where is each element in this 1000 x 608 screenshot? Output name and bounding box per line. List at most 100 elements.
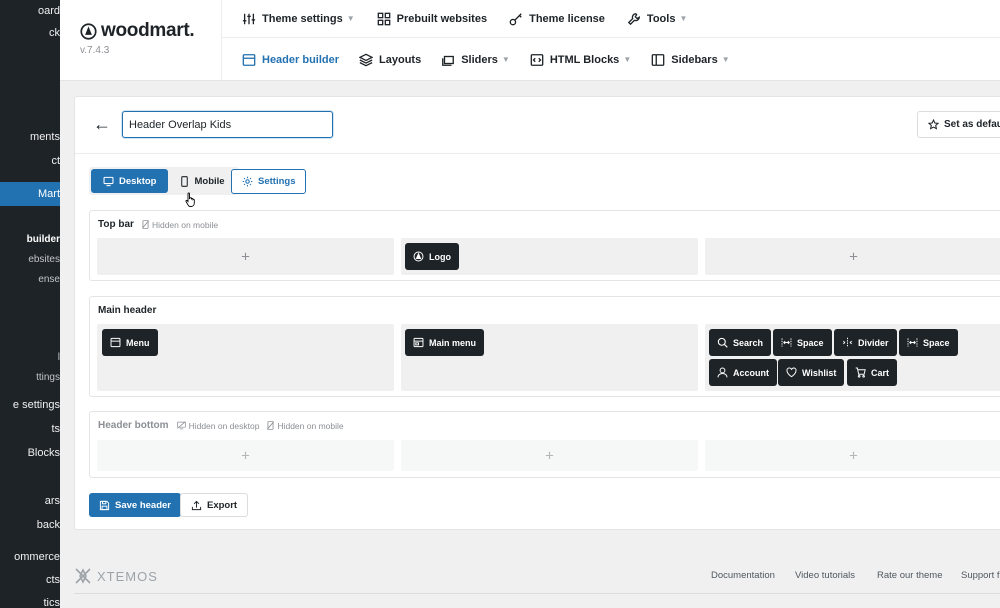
hidden-on-mobile-note: Hidden on mobile	[141, 220, 218, 230]
admin-menu-feedback[interactable]: back	[0, 514, 60, 536]
element-account[interactable]: Account	[709, 359, 777, 386]
logo-icon	[413, 251, 424, 262]
row-title: Main header	[98, 305, 157, 316]
column-left: +	[97, 440, 394, 471]
save-header-button[interactable]: Save header	[89, 493, 181, 517]
admin-menu-dashboard[interactable]: oard	[0, 0, 60, 22]
woodmart-logo-icon	[80, 22, 97, 40]
space-icon	[907, 337, 918, 348]
element-menu[interactable]: Menu	[102, 329, 158, 356]
nav-theme-license[interactable]: Theme license	[509, 12, 605, 26]
column-left: +	[97, 238, 394, 275]
chevron-down-icon: ▼	[721, 55, 730, 64]
tab-desktop[interactable]: Desktop	[91, 169, 169, 193]
nav-theme-settings[interactable]: Theme settings ▼	[242, 12, 355, 26]
admin-menu-analytics[interactable]: tics	[0, 592, 61, 608]
admin-menu-products[interactable]: cts	[0, 569, 60, 591]
footer-link-rate-theme[interactable]: Rate our theme	[877, 570, 942, 581]
admin-submenu-item[interactable]: l	[0, 347, 60, 369]
element-wishlist[interactable]: Wishlist	[778, 359, 845, 386]
row-header-bottom: Header bottom Hidden on desktop Hidden o…	[89, 411, 1000, 478]
column-right: +	[705, 238, 1000, 275]
column-right: +	[705, 440, 1000, 471]
back-arrow-icon[interactable]: ←	[93, 115, 111, 133]
hidden-on-mobile-note: Hidden on mobile	[267, 421, 344, 431]
device-tabs: Desktop Mobile	[89, 167, 239, 195]
cart-icon	[855, 367, 866, 378]
element-cart[interactable]: Cart	[847, 359, 898, 386]
divider-icon	[842, 337, 853, 348]
nav-layouts[interactable]: Layouts	[359, 53, 421, 67]
footer-link-video-tutorials[interactable]: Video tutorials	[795, 570, 855, 581]
nav-sidebars[interactable]: Sidebars ▼	[651, 53, 730, 67]
theme-version: v.7.4.3	[80, 45, 110, 56]
sliders-icon	[242, 12, 256, 26]
element-divider[interactable]: Divider	[834, 329, 897, 356]
row-title: Header bottom Hidden on desktop Hidden o…	[98, 420, 344, 431]
add-element-icon[interactable]: +	[849, 249, 858, 264]
key-icon	[509, 12, 523, 26]
star-icon	[928, 119, 939, 130]
admin-submenu-prebuilt-websites[interactable]: ebsites	[0, 249, 60, 271]
header-name-input[interactable]	[122, 111, 333, 138]
sub-nav-row: Header builder Layouts Sliders ▼ HTML Bl…	[222, 38, 1000, 81]
admin-sidebar: oard ck ments ct Mart builder ebsites en…	[0, 0, 60, 608]
column-left: Menu	[97, 324, 394, 391]
admin-menu-item[interactable]: ct	[0, 150, 60, 172]
chevron-down-icon: ▼	[501, 55, 510, 64]
add-element-icon[interactable]: +	[241, 249, 250, 264]
admin-menu-sidebars[interactable]: ars	[0, 490, 60, 512]
mobile-off-icon	[141, 220, 149, 229]
divider	[75, 153, 1000, 154]
save-icon	[99, 500, 110, 511]
tab-mobile[interactable]: Mobile	[168, 169, 236, 193]
chevron-down-icon: ▼	[679, 14, 688, 23]
admin-menu-woodmart[interactable]: Mart	[0, 182, 60, 206]
admin-menu-layouts[interactable]: ts	[0, 418, 60, 440]
xtemos-logo-icon	[74, 567, 92, 585]
admin-menu-woocommerce[interactable]: ommerce	[0, 546, 60, 568]
footer-link-support[interactable]: Support f	[961, 570, 1000, 581]
footer: XTEMOS Documentation Video tutorials Rat…	[60, 555, 1000, 608]
gear-icon	[242, 176, 253, 187]
element-search[interactable]: Search	[709, 329, 772, 356]
set-as-default-button[interactable]: Set as default	[917, 111, 1000, 138]
element-logo[interactable]: Logo	[405, 243, 459, 270]
mobile-off-icon	[267, 421, 275, 430]
row-top-bar: Top bar Hidden on mobile + Logo +	[89, 210, 1000, 281]
admin-menu-item[interactable]: ck	[0, 22, 60, 44]
nav-sliders[interactable]: Sliders ▼	[441, 53, 510, 67]
add-element-icon[interactable]: +	[545, 448, 554, 463]
footer-link-documentation[interactable]: Documentation	[711, 570, 775, 581]
xtemos-brand[interactable]: XTEMOS	[74, 567, 158, 585]
admin-menu-theme-settings[interactable]: e settings	[0, 394, 60, 416]
brand-block: woodmart. v.7.4.3	[60, 0, 222, 81]
admin-menu-comments[interactable]: ments	[0, 126, 60, 148]
add-element-icon[interactable]: +	[849, 448, 858, 463]
column-right: Search Space Divider Space Account Wishl…	[705, 324, 1000, 391]
element-main-menu[interactable]: Main menu	[405, 329, 485, 356]
nav-prebuilt-websites[interactable]: Prebuilt websites	[377, 12, 487, 26]
heart-icon	[786, 367, 797, 378]
mobile-icon	[180, 175, 189, 187]
export-button[interactable]: Export	[180, 493, 249, 517]
main-menu-icon	[413, 337, 424, 348]
hand-cursor-icon	[185, 192, 197, 208]
nav-html-blocks[interactable]: HTML Blocks ▼	[530, 53, 631, 67]
element-space[interactable]: Space	[773, 329, 832, 356]
add-element-icon[interactable]: +	[241, 448, 250, 463]
user-icon	[717, 367, 728, 378]
grid-icon	[377, 12, 391, 26]
top-nav-row: Theme settings ▼ Prebuilt websites Theme…	[222, 0, 1000, 38]
admin-submenu-header-builder[interactable]: builder	[0, 229, 60, 251]
element-space[interactable]: Space	[899, 329, 958, 356]
admin-menu-html-blocks[interactable]: Blocks	[0, 442, 60, 464]
slides-icon	[441, 53, 455, 67]
admin-submenu-theme-license[interactable]: ense	[0, 269, 60, 291]
nav-header-builder[interactable]: Header builder	[242, 53, 339, 67]
settings-button[interactable]: Settings	[231, 169, 307, 194]
admin-submenu-settings[interactable]: ttings	[0, 367, 60, 389]
desktop-icon	[103, 176, 114, 187]
brand-logo[interactable]: woodmart.	[80, 20, 195, 42]
nav-tools[interactable]: Tools ▼	[627, 12, 687, 26]
